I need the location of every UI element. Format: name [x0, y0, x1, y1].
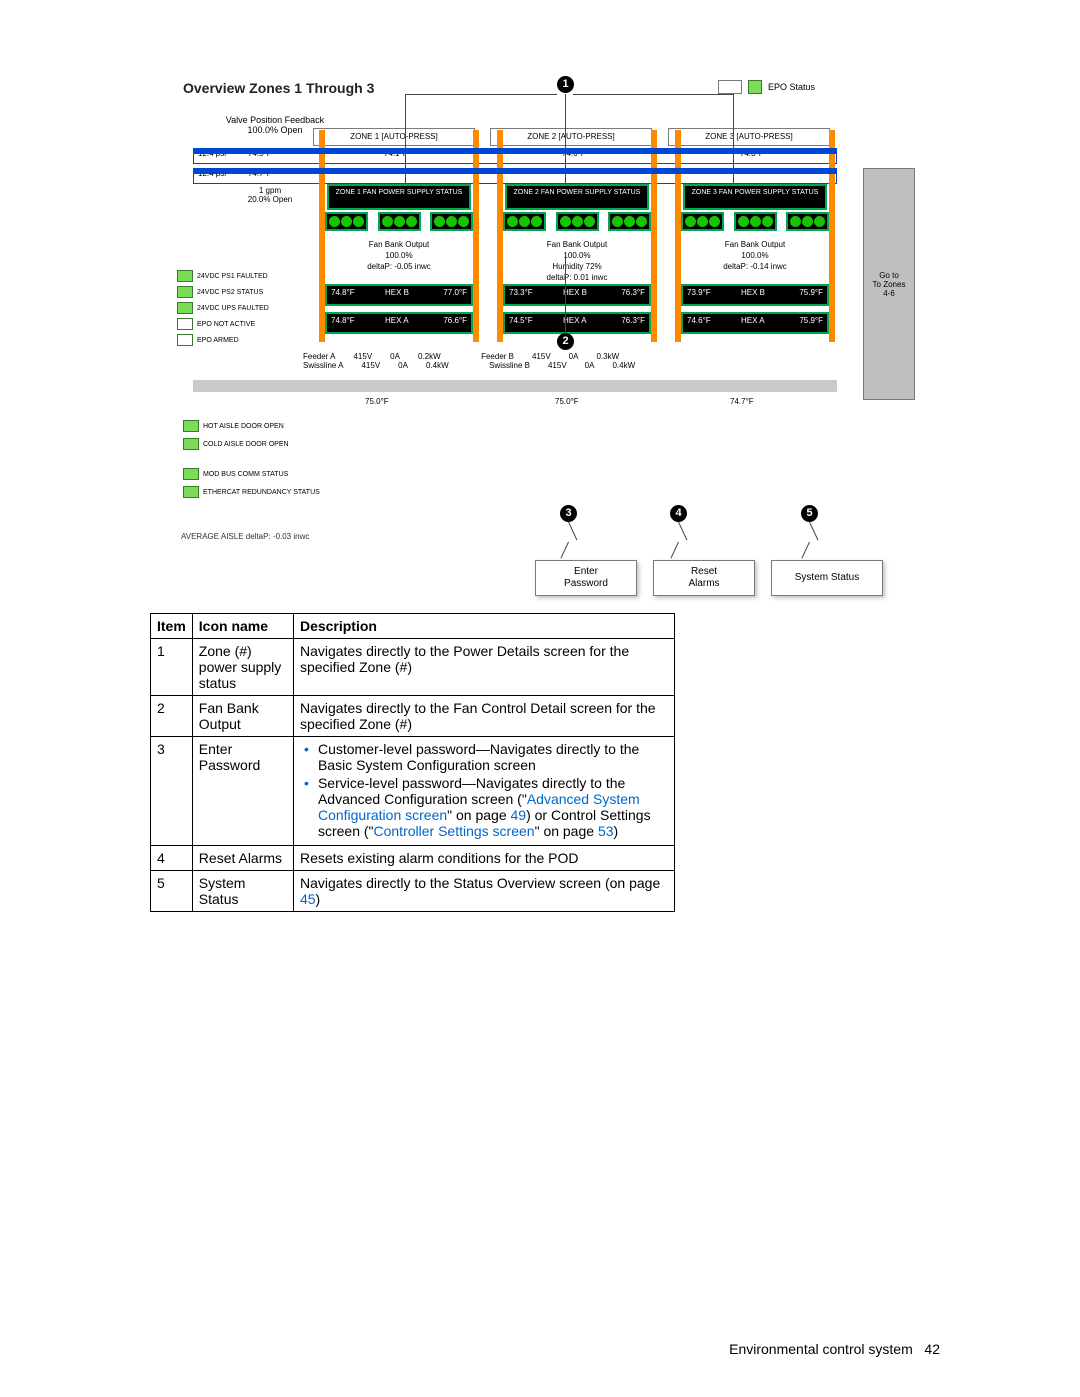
table-row: 5System StatusNavigates directly to the …: [151, 871, 675, 912]
callout-1: 1: [557, 76, 574, 93]
legend-comm: HOT AISLE DOOR OPEN COLD AISLE DOOR OPEN…: [183, 420, 320, 504]
zone-2-power-status[interactable]: ZONE 2 FAN POWER SUPPLY STATUS: [505, 184, 649, 210]
zone-1-hex-b: 74.8°FHEX B77.0°F: [325, 284, 473, 306]
link-controller-settings[interactable]: Controller Settings screen: [374, 823, 535, 839]
bottom-bar: [193, 380, 837, 392]
zone-1-hex-a: 74.8°FHEX A76.6°F: [325, 312, 473, 334]
callout-4: 4: [670, 505, 687, 522]
zone-3-fan-bank-output[interactable]: Fan Bank Output 100.0%deltaP: -0.14 inwc: [671, 239, 839, 272]
col-desc: Description: [293, 614, 674, 639]
epo-status-label: EPO Status: [768, 82, 815, 92]
list-item: Customer-level password—Navigates direct…: [318, 741, 668, 773]
legend-status: 24VDC PS1 FAULTED 24VDC PS2 STATUS 24VDC…: [177, 270, 269, 350]
zone-1-fan-bank-output[interactable]: Fan Bank Output 100.0%deltaP: -0.05 inwc: [315, 239, 483, 272]
zone-3-hex-a: 74.6°FHEX A75.9°F: [681, 312, 829, 334]
callout-5: 5: [801, 505, 818, 522]
callout-table: Item Icon name Description 1Zone (#) pow…: [150, 613, 675, 912]
page-footer: Environmental control system 42: [729, 1341, 940, 1357]
zone-3-power-status[interactable]: ZONE 3 FAN POWER SUPPLY STATUS: [683, 184, 827, 210]
overview-zones-diagram: Overview Zones 1 Through 3 EPO Status Va…: [175, 80, 915, 605]
avg-deltap: AVERAGE AISLE deltaP: -0.03 inwc: [181, 532, 309, 541]
enter-password-button[interactable]: Enter Password: [535, 560, 637, 596]
system-status-button[interactable]: System Status: [771, 560, 883, 596]
col-item: Item: [151, 614, 193, 639]
diagram-title: Overview Zones 1 Through 3: [183, 80, 374, 96]
zone-1-power-status[interactable]: ZONE 1 FAN POWER SUPPLY STATUS: [327, 184, 471, 210]
table-row: 1Zone (#) power supply statusNavigates d…: [151, 639, 675, 696]
feeder-readings: Feeder A415V0A0.2kW Feeder B415V0A0.3kW …: [303, 352, 635, 370]
link-page-45[interactable]: 45: [300, 891, 316, 907]
link-page-53[interactable]: 53: [598, 823, 614, 839]
go-to-zones-4-6-button[interactable]: Go to To Zones 4-6: [863, 168, 915, 400]
zone-1-fan-bank[interactable]: [325, 212, 473, 231]
zone-2-fan-bank-output[interactable]: Fan Bank Output 100.0% Humidity 72%delta…: [493, 239, 661, 283]
callout-3: 3: [560, 505, 577, 522]
zone-1-bottom-temp: 75.0°F: [365, 397, 389, 406]
zone-2-header[interactable]: ZONE 2 [AUTO-PRESS]: [490, 128, 652, 146]
link-page-49[interactable]: 49: [511, 807, 527, 823]
table-header-row: Item Icon name Description: [151, 614, 675, 639]
zone-2-fan-bank[interactable]: [503, 212, 651, 231]
table-row: 4Reset AlarmsResets existing alarm condi…: [151, 846, 675, 871]
zone-2-hex-a: 74.5°FHEX A76.3°F: [503, 312, 651, 334]
callout-2: 2: [557, 333, 574, 350]
epo-status: EPO Status: [718, 80, 815, 94]
gpm-open: 1 gpm 20.0% Open: [215, 186, 325, 204]
zone-3-bottom-temp: 74.7°F: [730, 397, 754, 406]
zone-3-hex-b: 73.9°FHEX B75.9°F: [681, 284, 829, 306]
reset-alarms-button[interactable]: Reset Alarms: [653, 560, 755, 596]
zone-3-fan-bank[interactable]: [681, 212, 829, 231]
zone-1-header[interactable]: ZONE 1 [AUTO-PRESS]: [313, 128, 475, 146]
zone-3-header[interactable]: ZONE 3 [AUTO-PRESS]: [668, 128, 830, 146]
zone-2-hex-b: 73.3°FHEX B76.3°F: [503, 284, 651, 306]
table-row: 3Enter Password Customer-level password—…: [151, 737, 675, 846]
table-row: 2Fan Bank OutputNavigates directly to th…: [151, 696, 675, 737]
col-name: Icon name: [192, 614, 293, 639]
zone-2-bottom-temp: 75.0°F: [555, 397, 579, 406]
list-item: Service-level password—Navigates directl…: [318, 775, 668, 839]
